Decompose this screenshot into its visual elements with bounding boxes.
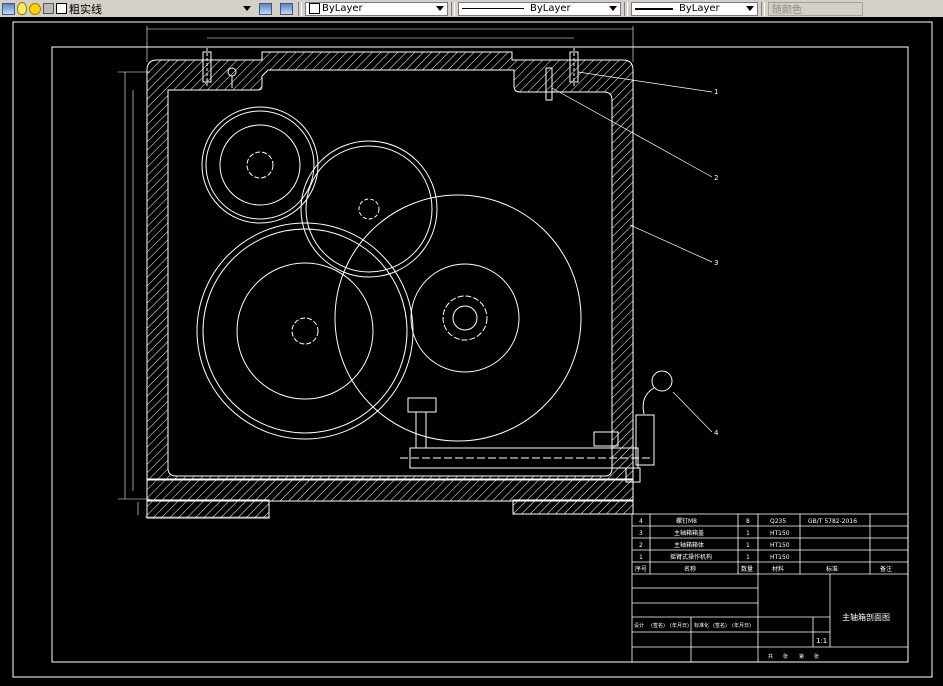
properties-toolbar: 粗实线 ByLayer ByLayer ByLayer 随颜色 [0,0,943,18]
drawing-title: 主轴箱剖面图 [842,612,890,622]
sign-design: 设计 [634,622,644,629]
lineweight-control[interactable]: ByLayer [631,1,758,16]
header-qty: 数量 [741,565,753,573]
part-qty: 1 [746,542,750,549]
layer-dropdown-icon[interactable] [243,6,251,11]
layers-icon[interactable] [2,2,15,15]
header-material: 材料 [772,565,784,573]
part-material: HT150 [770,530,790,537]
separator [761,1,765,16]
separator [624,1,628,16]
color-value: ByLayer [322,3,363,14]
part-material: Q235 [770,518,786,525]
linetype-control[interactable]: ByLayer [458,1,621,16]
separator [451,1,455,16]
lineweight-preview [635,7,673,10]
color-swatch-icon [309,3,320,14]
part-no: 3 [639,530,643,537]
part-name: 主轴箱箱体 [674,541,704,549]
leader-label-2: 2 [714,174,718,182]
layer-name: 粗实线 [69,2,102,16]
lineweight-dropdown-icon[interactable] [746,6,754,11]
sheet-total: 共 [768,653,773,660]
plotstyle-control: 随颜色 [768,1,863,16]
part-qty: 1 [746,554,750,561]
header-name: 名称 [684,565,696,573]
bulb-icon[interactable] [17,2,27,15]
color-dropdown-icon[interactable] [436,6,444,11]
part-qty: 8 [746,518,750,525]
sun-icon[interactable] [29,2,41,15]
linetype-preview [462,8,524,9]
sign-date-2: (年月日) [732,622,751,629]
plotstyle-value: 随颜色 [772,5,802,16]
part-material: HT150 [770,554,790,561]
header-standard: 标准 [826,565,838,573]
linetype-dropdown-icon[interactable] [609,6,617,11]
part-no: 2 [639,542,643,549]
make-current-icon[interactable] [259,2,272,15]
sign-signature: (签名) [651,622,665,629]
sheet-no: 第 [799,653,804,660]
sign-date: (年月日) [670,622,689,629]
lineweight-value: ByLayer [679,3,720,14]
leader-label-1: 1 [714,88,718,96]
header-note: 备注 [880,565,892,573]
header-no: 序号 [635,565,647,573]
layer-control[interactable]: 粗实线 [2,1,251,16]
color-swatch-icon [56,3,67,14]
linetype-value: ByLayer [530,3,571,14]
sheet-unit: 张 [783,653,788,660]
lock-icon[interactable] [43,3,54,14]
part-name: 螺钉M8 [676,517,697,525]
scale-value: 1:1 [816,637,827,645]
sheet-unit-2: 张 [814,653,819,660]
part-no: 1 [639,554,643,561]
part-material: HT150 [770,542,790,549]
part-name: 摇臂式操作机构 [670,553,712,561]
separator [298,1,302,16]
layer-previous-icon[interactable] [280,2,293,15]
sign-signature-2: (签名) [713,622,727,629]
leader-label-4: 4 [714,429,719,437]
part-standard: GB/T 5782-2016 [808,518,857,525]
part-no: 4 [639,518,643,525]
part-qty: 1 [746,530,750,537]
drawing-canvas[interactable]: 1 2 3 4 4 螺钉M8 8 Q235 GB/T 5782-2016 3 主… [0,17,943,686]
sign-standardization: 标准化 [694,622,709,629]
part-name: 主轴箱箱盖 [674,529,704,537]
color-control[interactable]: ByLayer [305,1,448,16]
leader-label-3: 3 [714,259,718,267]
